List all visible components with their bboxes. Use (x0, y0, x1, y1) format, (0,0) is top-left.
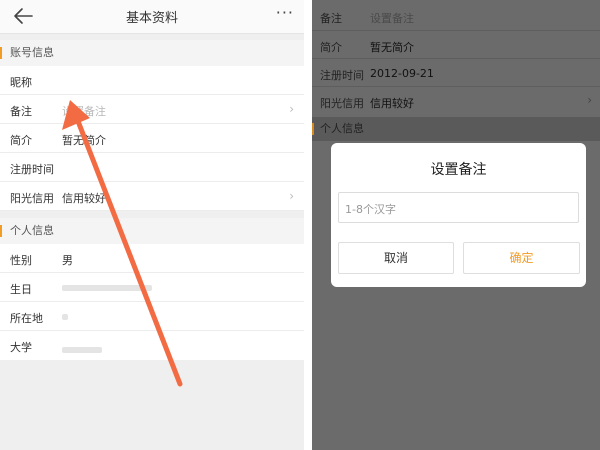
row-label: 所在地 (10, 312, 43, 325)
redacted-value (62, 347, 102, 353)
row-gender: 性别 男 (0, 244, 304, 273)
row-birthday: 生日 (0, 273, 304, 302)
right-row-intro: 简介 暂无简介 (312, 31, 600, 60)
row-remark[interactable]: 备注 设置备注 › (0, 95, 304, 124)
row-value: 2012-09-21 (370, 67, 434, 80)
row-credit[interactable]: 阳光信用 信用较好 › (0, 182, 304, 211)
left-screen: 基本资料 ··· 账号信息 昵称 备注 设置备注 › 简介 暂无简介 注册时间 … (0, 0, 304, 450)
remark-placeholder: 设置备注 (62, 105, 106, 118)
right-row-register-time: 注册时间 2012-09-21 (312, 59, 600, 88)
chevron-right-icon: › (587, 93, 592, 107)
page-title: 基本资料 (125, 11, 178, 26)
row-label: 注册时间 (10, 163, 54, 176)
chevron-right-icon: › (289, 102, 294, 116)
dialog-title: 设置备注 (430, 162, 487, 178)
account-info-section: 账号信息 昵称 备注 设置备注 › 简介 暂无简介 注册时间 阳光信用 信用较好… (0, 40, 304, 211)
remark-input[interactable]: 1-8个汉字 (338, 192, 579, 223)
intro-value: 暂无简介 (62, 134, 106, 147)
credit-value: 信用较好 (62, 192, 106, 205)
right-screen-dimmed: 备注 设置备注 简介 暂无简介 注册时间 2012-09-21 阳光信用 信用较… (312, 0, 600, 450)
row-intro: 简介 暂无简介 (0, 124, 304, 153)
row-label: 阳光信用 (10, 192, 54, 205)
row-value: 暂无简介 (370, 41, 414, 54)
personal-info-section: 个人信息 性别 男 生日 所在地 大学 (0, 218, 304, 360)
row-label: 生日 (10, 283, 32, 296)
row-label: 阳光信用 (320, 97, 364, 110)
row-label: 简介 (10, 134, 32, 147)
set-remark-dialog: 设置备注 1-8个汉字 取消 确定 (331, 143, 586, 287)
row-value: 信用较好 (370, 97, 414, 110)
confirm-button[interactable]: 确定 (463, 242, 580, 274)
row-value: 设置备注 (370, 12, 414, 25)
gender-value: 男 (62, 254, 73, 267)
row-nickname[interactable]: 昵称 (0, 66, 304, 95)
section-header-personal: 个人信息 (0, 218, 304, 244)
row-label: 备注 (320, 12, 342, 25)
row-university: 大学 (0, 331, 304, 360)
redacted-value (62, 285, 152, 291)
chevron-right-icon: › (289, 189, 294, 203)
right-section-header: 个人信息 (312, 117, 600, 141)
row-label: 大学 (10, 341, 32, 354)
section-header-account: 账号信息 (0, 40, 304, 66)
right-row-remark: 备注 设置备注 (312, 2, 600, 31)
cancel-button[interactable]: 取消 (338, 242, 454, 274)
row-label: 性别 (10, 254, 32, 267)
row-register-time: 注册时间 (0, 153, 304, 182)
top-bar: 基本资料 ··· (0, 0, 304, 34)
more-icon[interactable]: ··· (276, 3, 294, 22)
row-label: 昵称 (10, 76, 32, 89)
row-label: 简介 (320, 41, 342, 54)
redacted-value (62, 314, 68, 320)
row-location: 所在地 (0, 302, 304, 331)
right-row-credit: 阳光信用 信用较好 › (312, 87, 600, 116)
row-label: 注册时间 (320, 69, 364, 82)
row-label: 备注 (10, 105, 32, 118)
